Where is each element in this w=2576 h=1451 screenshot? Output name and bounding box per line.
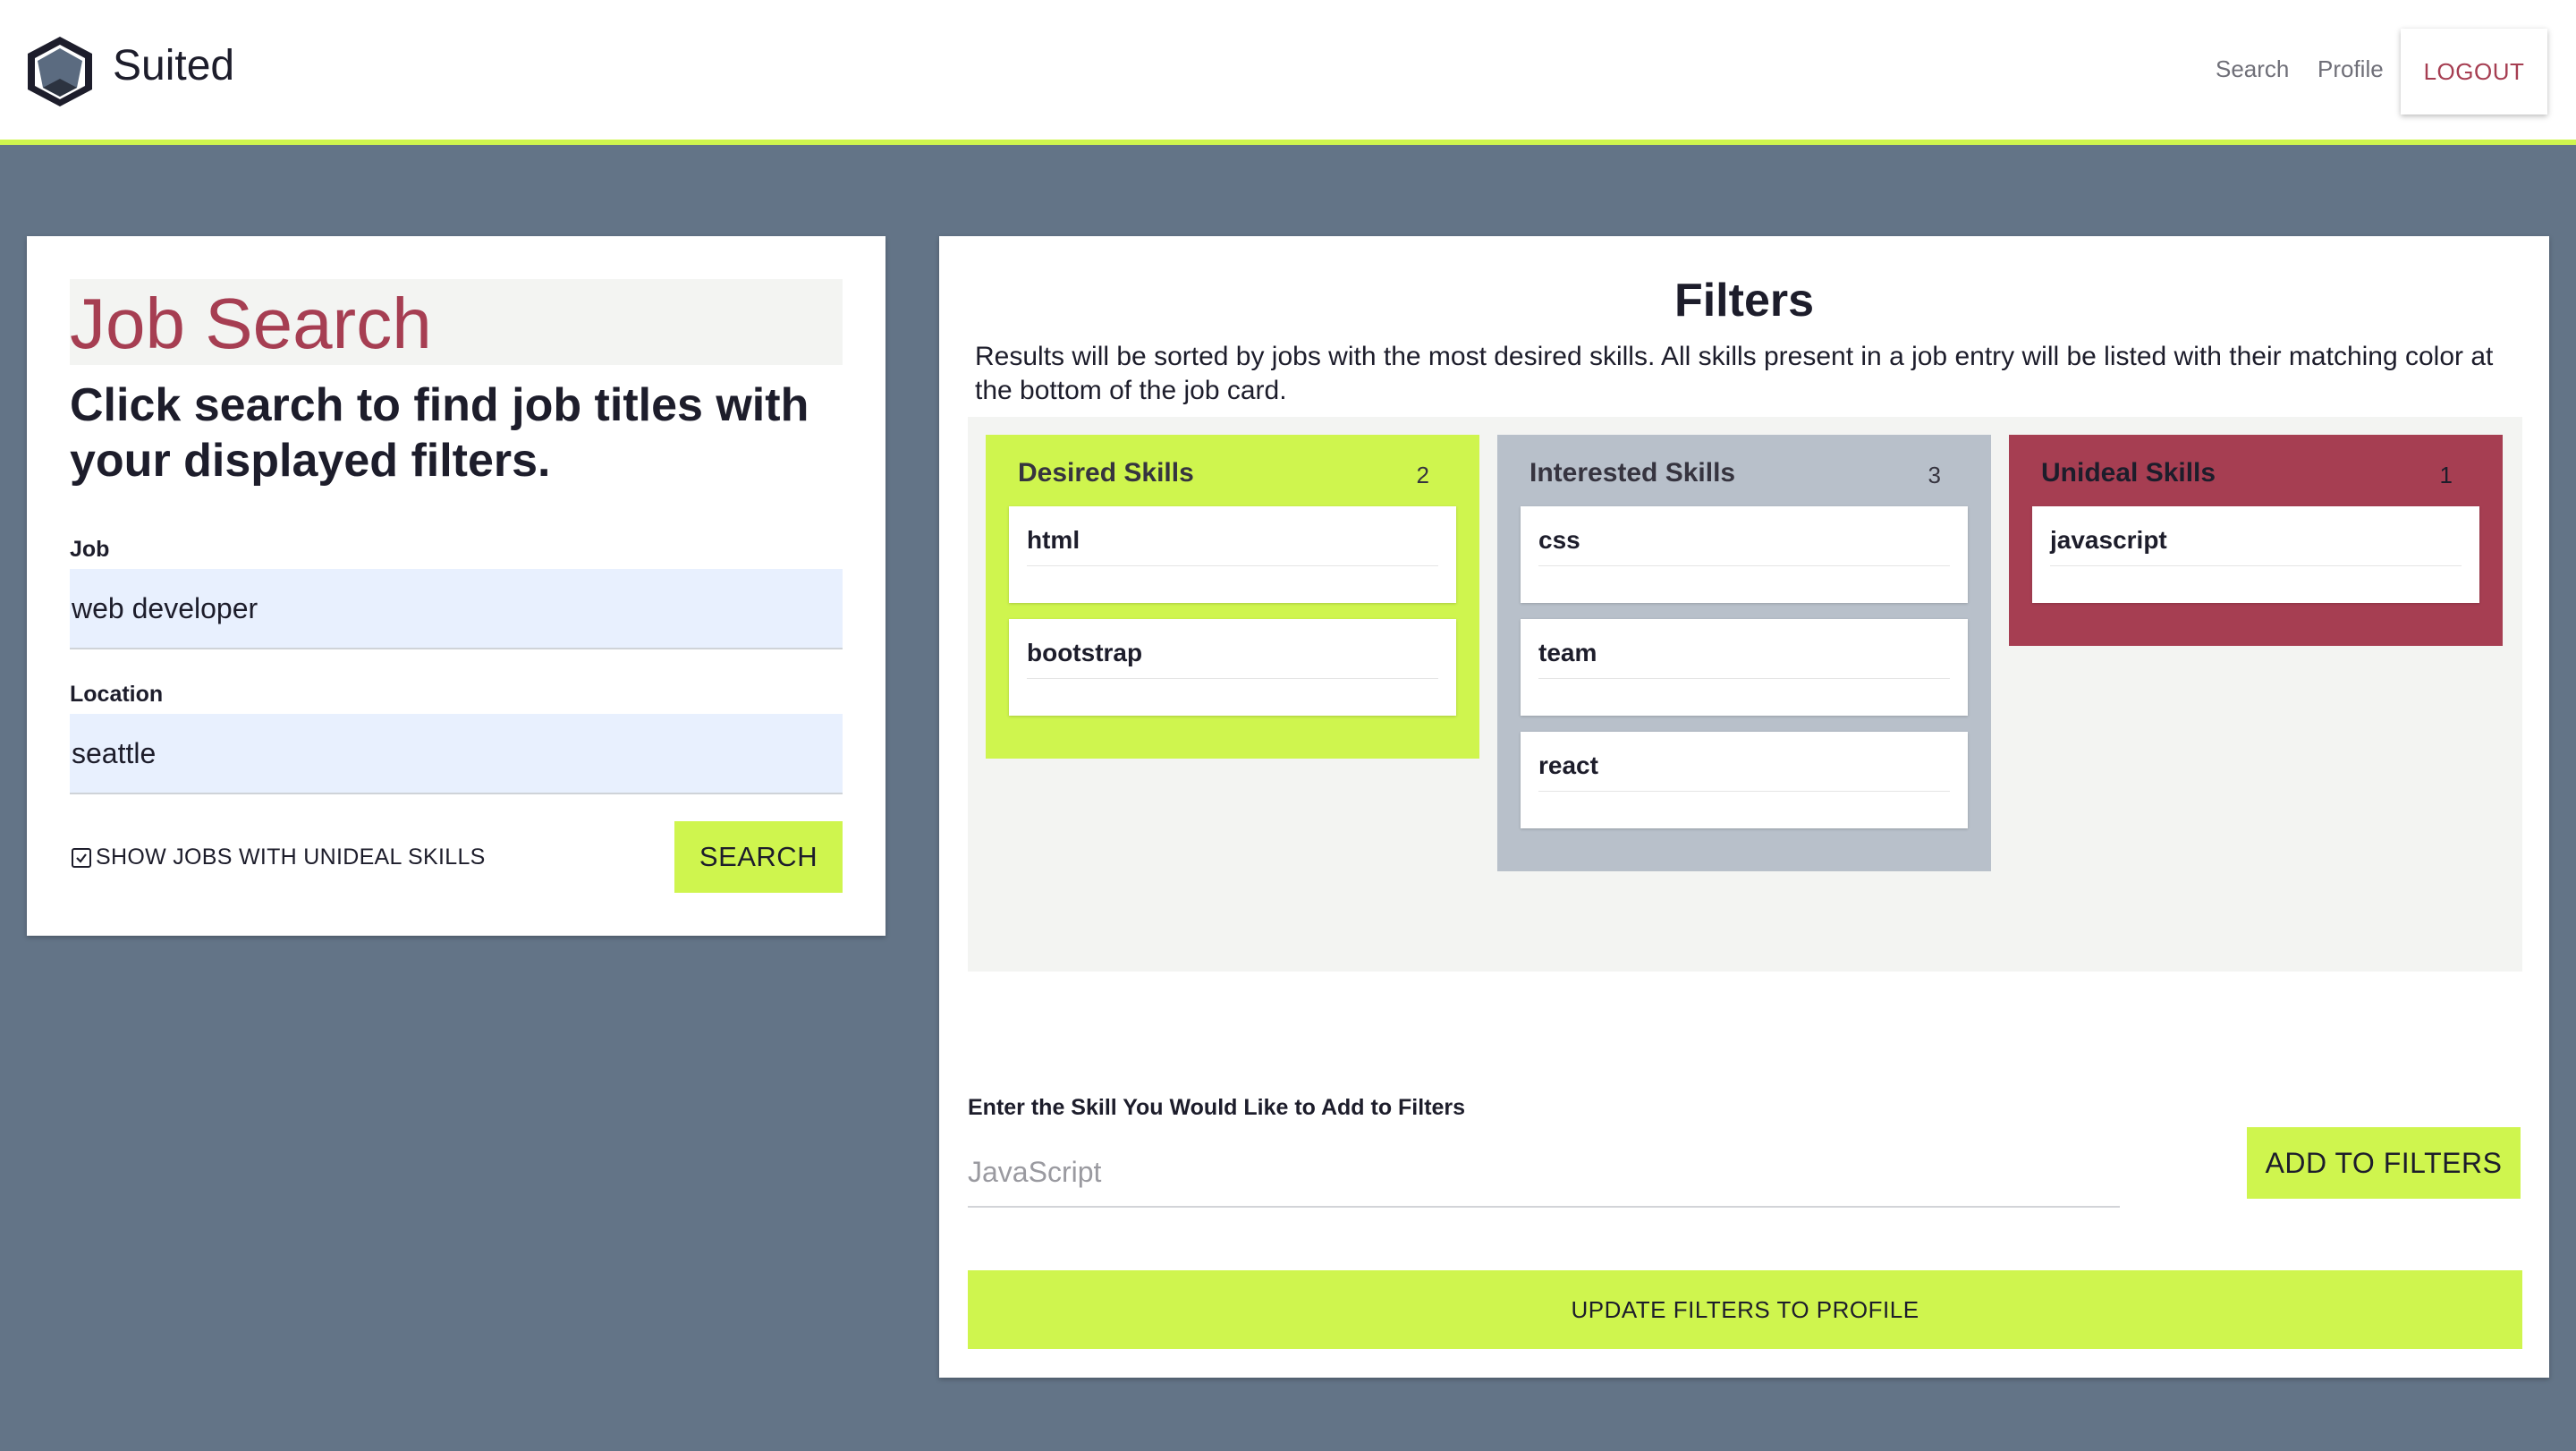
top-nav-bar: Suited Search Profile LOGOUT [0, 0, 2576, 145]
hexagon-logo-icon[interactable] [25, 34, 95, 109]
nav-search-link[interactable]: Search [2216, 55, 2289, 83]
skill-card[interactable]: bootstrap [1009, 619, 1456, 716]
column-count: 2 [1416, 462, 1429, 488]
skills-board: Desired Skills 2 html bootstrap Interest… [968, 417, 2522, 972]
logout-button[interactable]: LOGOUT [2401, 29, 2547, 115]
skill-card[interactable]: css [1521, 506, 1968, 603]
show-unideal-checkbox[interactable]: SHOW JOBS WITH UNIDEAL SKILLS [72, 844, 486, 870]
column-title: Interested Skills [1530, 458, 1736, 488]
divider [1538, 678, 1950, 679]
search-button[interactable]: SEARCH [674, 821, 843, 893]
job-field-label: Job [70, 537, 110, 562]
brand-name[interactable]: Suited [113, 41, 234, 90]
skill-card[interactable]: team [1521, 619, 1968, 716]
update-filters-button[interactable]: UPDATE FILTERS TO PROFILE [968, 1270, 2522, 1349]
job-search-subtitle: Click search to find job titles with you… [70, 379, 809, 487]
skill-name: javascript [2050, 526, 2167, 554]
column-count: 3 [1928, 462, 1941, 488]
column-title: Unideal Skills [2041, 458, 2216, 488]
filters-card: Filters Results will be sorted by jobs w… [939, 236, 2549, 1378]
unideal-skills-column: Unideal Skills 1 javascript [2009, 435, 2503, 646]
skill-name: css [1538, 526, 1580, 554]
add-skill-input[interactable] [968, 1138, 2120, 1208]
desired-skills-column: Desired Skills 2 html bootstrap [986, 435, 1479, 759]
show-unideal-label: SHOW JOBS WITH UNIDEAL SKILLS [96, 844, 486, 870]
divider [1027, 678, 1438, 679]
interested-skills-column: Interested Skills 3 css team react [1497, 435, 1991, 871]
job-input[interactable] [70, 569, 843, 649]
location-input[interactable] [70, 714, 843, 794]
divider [1538, 565, 1950, 566]
job-search-card: Job Search Click search to find job titl… [27, 236, 886, 936]
divider [2050, 565, 2462, 566]
job-search-title: Job Search [70, 284, 432, 363]
filters-description: Results will be sorted by jobs with the … [975, 342, 2494, 405]
skill-name: team [1538, 639, 1597, 666]
location-field-label: Location [70, 682, 164, 707]
skill-name: bootstrap [1027, 639, 1143, 666]
filters-title: Filters [1674, 275, 1815, 327]
nav-profile-link[interactable]: Profile [2318, 55, 2384, 83]
skill-card[interactable]: react [1521, 732, 1968, 828]
skill-name: react [1538, 751, 1598, 779]
divider [1027, 565, 1438, 566]
column-title: Desired Skills [1018, 458, 1194, 488]
skill-card[interactable]: javascript [2032, 506, 2479, 603]
checkbox-checked-icon[interactable] [72, 847, 91, 868]
add-to-filters-button[interactable]: ADD TO FILTERS [2247, 1127, 2521, 1199]
skill-name: html [1027, 526, 1080, 554]
divider [1538, 791, 1950, 792]
add-skill-label: Enter the Skill You Would Like to Add to… [968, 1095, 1466, 1120]
column-count: 1 [2439, 462, 2453, 488]
skill-card[interactable]: html [1009, 506, 1456, 603]
job-search-title-bar: Job Search [70, 279, 843, 365]
